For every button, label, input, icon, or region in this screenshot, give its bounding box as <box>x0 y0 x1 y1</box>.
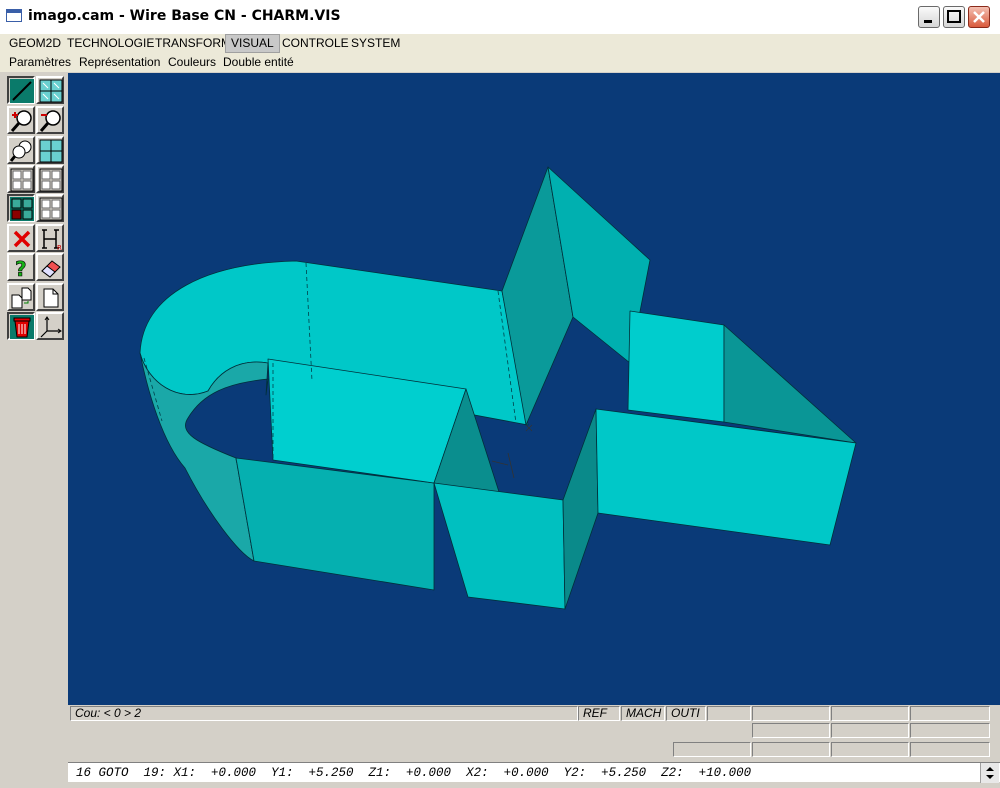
axis-icon[interactable] <box>36 312 64 340</box>
quad-view-icon[interactable] <box>7 165 35 193</box>
title-bar: imago.cam - Wire Base CN - CHARM.VIS <box>0 0 1000 35</box>
middle-bottom-face <box>433 482 566 610</box>
right-triangle-face <box>723 324 857 444</box>
left-toolbar: R ? <box>0 73 68 705</box>
reference-icon[interactable]: R <box>36 224 64 252</box>
command-line-text: 16 GOTO 19: X1: +0.000 Y1: +5.250 Z1: +0… <box>76 766 752 780</box>
svg-text:R: R <box>57 244 62 251</box>
status-ref: REF <box>578 706 620 721</box>
status-bar: Cou: < 0 > 2 REF MACH OUTI <box>68 705 1000 722</box>
app-icon <box>6 9 22 22</box>
3d-model-render <box>139 166 857 610</box>
delete-icon[interactable] <box>7 224 35 252</box>
status-cell <box>752 706 830 721</box>
svg-text:?: ? <box>15 257 27 280</box>
3d-viewport[interactable] <box>68 73 1000 705</box>
menu-controle[interactable]: CONTROLE <box>277 34 354 53</box>
status-cell <box>831 706 909 721</box>
page-icon[interactable] <box>36 283 64 311</box>
command-scroll[interactable] <box>980 763 999 783</box>
middle-dark-face <box>562 408 599 610</box>
zoom-window-icon[interactable] <box>7 136 35 164</box>
grid-view-icon[interactable] <box>36 136 64 164</box>
status-cou: Cou: < 0 > 2 <box>70 706 578 721</box>
info-cell <box>752 742 830 757</box>
info-cell <box>831 742 909 757</box>
info-cell <box>831 723 909 738</box>
grid-tool-icon[interactable] <box>36 76 64 104</box>
eraser-icon[interactable] <box>36 253 64 281</box>
zoom-out-icon[interactable] <box>36 106 64 134</box>
window-title: imago.cam - Wire Base CN - CHARM.VIS <box>28 8 341 24</box>
info-cell <box>910 723 990 738</box>
trash-icon[interactable] <box>7 312 35 340</box>
quad-view-alt-icon[interactable] <box>36 165 64 193</box>
close-button[interactable] <box>968 6 990 28</box>
menu-visual[interactable]: VISUAL <box>225 34 280 53</box>
status-cell <box>910 706 990 721</box>
info-panel <box>68 722 1000 762</box>
right-top-face <box>627 310 725 423</box>
maximize-button[interactable] <box>943 6 965 28</box>
submenu-double-entite[interactable]: Double entité <box>223 53 294 72</box>
status-cell <box>707 706 751 721</box>
command-line[interactable]: 16 GOTO 19: X1: +0.000 Y1: +5.250 Z1: +0… <box>68 762 1000 782</box>
submenu-parametres[interactable]: Paramètres <box>9 53 71 72</box>
menu-transform[interactable]: TRANSFORM <box>150 34 236 53</box>
help-icon[interactable]: ? <box>7 253 35 281</box>
menu-bar: GEOM2D TECHNOLOGIE TRANSFORM VISUAL CONT… <box>0 34 1000 53</box>
layer-select-icon[interactable] <box>7 194 35 222</box>
status-outi: OUTI <box>666 706 706 721</box>
zoom-in-icon[interactable] <box>7 106 35 134</box>
menu-technologie[interactable]: TECHNOLOGIE <box>62 34 159 53</box>
info-cell <box>752 723 830 738</box>
copy-page-icon[interactable] <box>7 283 35 311</box>
menu-system[interactable]: SYSTEM <box>346 34 405 53</box>
submenu-couleurs[interactable]: Couleurs <box>168 53 216 72</box>
menu-geom2d[interactable]: GEOM2D <box>4 34 66 53</box>
status-mach: MACH <box>621 706 665 721</box>
submenu-representation[interactable]: Représentation <box>79 53 160 72</box>
info-cell <box>910 742 990 757</box>
info-cell <box>673 742 751 757</box>
grid-select-icon[interactable] <box>36 194 64 222</box>
line-tool-icon[interactable] <box>7 76 35 104</box>
minimize-button[interactable] <box>918 6 940 28</box>
submenu-bar: Paramètres Représentation Couleurs Doubl… <box>0 53 1000 72</box>
